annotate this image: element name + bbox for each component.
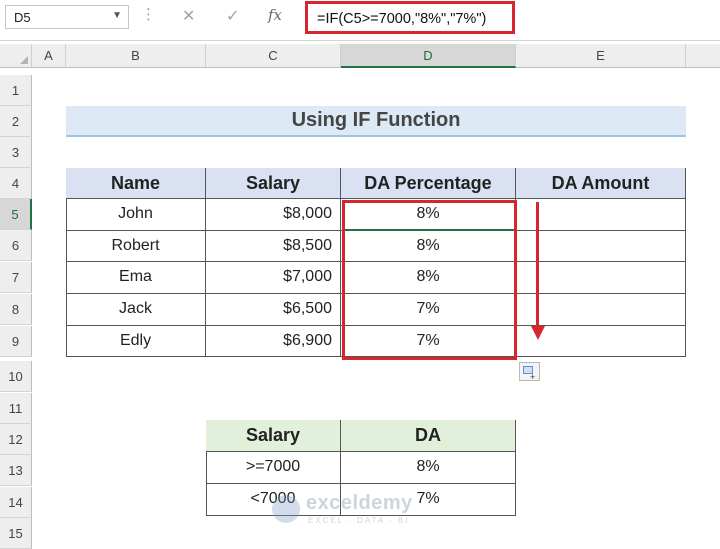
fill-down-arrow — [536, 202, 539, 330]
column-header-e[interactable]: E — [516, 44, 686, 68]
select-all-button[interactable] — [0, 44, 32, 68]
name-box[interactable]: D5 ▼ — [5, 5, 129, 29]
row-header-7[interactable]: 7 — [0, 262, 32, 293]
check-icon[interactable]: ✓ — [226, 6, 239, 26]
cell-salary[interactable]: $7,000 — [206, 262, 341, 294]
cell-name[interactable]: Ema — [66, 262, 206, 294]
row-header-3[interactable]: 3 — [0, 137, 32, 168]
cell-da-amount[interactable] — [516, 231, 686, 262]
row-header-10[interactable]: 10 — [0, 361, 32, 392]
criteria-cell-da[interactable]: 7% — [341, 484, 516, 516]
row-header-14[interactable]: 14 — [0, 487, 32, 518]
highlight-box — [342, 200, 517, 360]
row-header-8[interactable]: 8 — [0, 294, 32, 325]
column-header-d[interactable]: D — [341, 44, 516, 68]
row-header-4[interactable]: 4 — [0, 168, 32, 199]
formula-input[interactable]: =IF(C5>=7000,"8%","7%") — [305, 1, 515, 34]
cell-name[interactable]: John — [66, 199, 206, 231]
formula-bar: D5 ▼ ⋮ ✕ ✓ fx =IF(C5>=7000,"8%","7%") — [0, 0, 720, 41]
cell-name[interactable]: Edly — [66, 326, 206, 357]
row-header-11[interactable]: 11 — [0, 393, 32, 424]
row-header-12[interactable]: 12 — [0, 424, 32, 455]
cell-salary[interactable]: $6,500 — [206, 294, 341, 326]
fx-icon[interactable]: fx — [268, 6, 282, 24]
row-header-6[interactable]: 6 — [0, 230, 32, 261]
column-header-c[interactable]: C — [206, 44, 341, 68]
criteria-cell-da[interactable]: 8% — [341, 452, 516, 484]
cell-da-amount[interactable] — [516, 294, 686, 326]
fill-down-arrowhead — [531, 326, 545, 340]
header-name[interactable]: Name — [66, 168, 206, 199]
name-box-value: D5 — [14, 10, 31, 25]
header-da-amount[interactable]: DA Amount — [516, 168, 686, 199]
cell-da-amount[interactable] — [516, 199, 686, 231]
row-header-9[interactable]: 9 — [0, 326, 32, 357]
cell-salary[interactable]: $8,000 — [206, 199, 341, 231]
formula-bar-grip-icon[interactable]: ⋮ — [141, 5, 156, 23]
row-header-15[interactable]: 15 — [0, 518, 32, 549]
header-da-percentage[interactable]: DA Percentage — [341, 168, 516, 199]
criteria-header-da[interactable]: DA — [341, 420, 516, 452]
formula-text: =IF(C5>=7000,"8%","7%") — [317, 11, 487, 27]
select-all-triangle-icon — [20, 56, 28, 64]
close-icon[interactable]: ✕ — [182, 6, 195, 26]
quick-analysis-plus: + — [530, 372, 536, 382]
column-header-b[interactable]: B — [66, 44, 206, 68]
row-header-13[interactable]: 13 — [0, 455, 32, 486]
cell-da-amount[interactable] — [516, 262, 686, 294]
header-salary[interactable]: Salary — [206, 168, 341, 199]
column-header-f[interactable] — [686, 44, 720, 68]
column-header-a[interactable]: A — [32, 44, 66, 68]
name-box-dropdown-icon[interactable]: ▼ — [112, 10, 122, 21]
watermark-tagline: EXCEL · DATA · BI — [308, 516, 410, 525]
row-header-5[interactable]: 5 — [0, 199, 32, 230]
cell-name[interactable]: Jack — [66, 294, 206, 326]
cell-name[interactable]: Robert — [66, 231, 206, 262]
cell-salary[interactable]: $6,900 — [206, 326, 341, 357]
criteria-cell-salary[interactable]: >=7000 — [206, 452, 341, 484]
quick-analysis-icon[interactable]: + — [519, 362, 540, 382]
criteria-cell-salary[interactable]: <7000 — [206, 484, 341, 516]
row-header-1[interactable]: 1 — [0, 75, 32, 106]
row-header-2[interactable]: 2 — [0, 106, 32, 137]
cell-salary[interactable]: $8,500 — [206, 231, 341, 262]
sheet-title[interactable]: Using IF Function — [66, 106, 686, 137]
criteria-header-salary[interactable]: Salary — [206, 420, 341, 452]
